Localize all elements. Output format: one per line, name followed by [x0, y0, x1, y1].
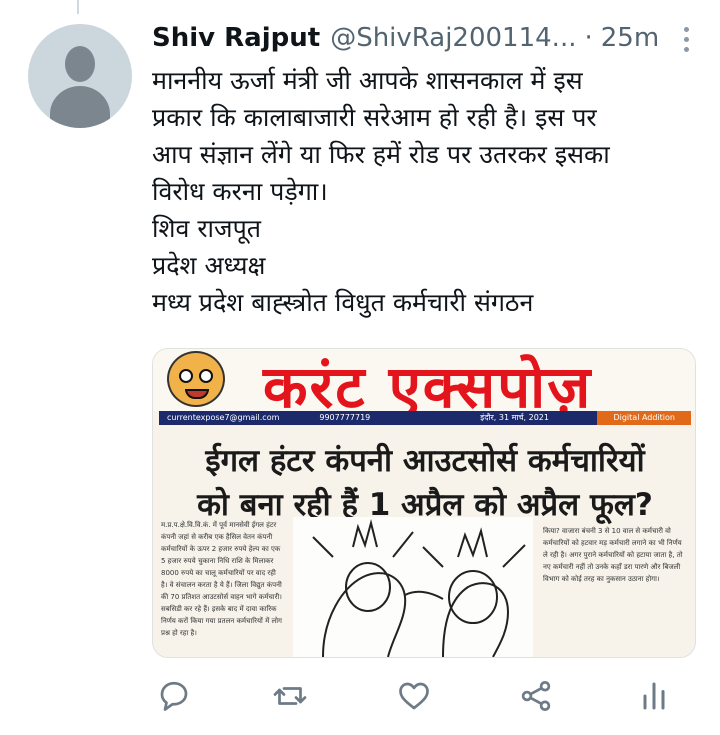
article-cartoon-illustration [293, 517, 533, 657]
like-icon[interactable] [396, 678, 432, 714]
tweet-text-line: प्रकार कि कालाबाजारी सरेआम हो रही है। इस… [152, 103, 597, 132]
newspaper-dateline: इंदौर, 31 मार्च, 2021 [480, 413, 549, 422]
masthead-cartoon-icon [167, 351, 225, 407]
avatar-body-shape [50, 86, 110, 128]
thread-connector-line [77, 0, 79, 14]
article-right-column: किया? वाजारा बंचनी 3 से 10 वाल से कर्मचा… [543, 527, 683, 583]
tweet-text-line: मध्य प्रदेश बाह्स्त्रोत विधुत कर्मचारी स… [152, 288, 534, 317]
display-name[interactable]: Shiv Rajput [152, 23, 320, 53]
tweet-text: माननीय ऊर्जा मंत्री जी आपके शासनकाल में … [152, 62, 682, 321]
tweet-text-line: प्रदेश अध्यक्ष [152, 251, 266, 280]
retweet-icon[interactable] [272, 678, 308, 714]
newspaper-info-bar: currentexpose7@gmail.com 9907777719 इंदौ… [159, 411, 691, 425]
newspaper-email: currentexpose7@gmail.com [167, 413, 280, 422]
headline-line: ईगल हंटर कंपनी आउटसोर्स कर्मचारियों [205, 443, 645, 479]
newspaper-headline: ईगल हंटर कंपनी आउटसोर्स कर्मचारियों को ब… [163, 439, 687, 527]
tweet-media-image[interactable]: करंट एक्सपोज़ currentexpose7@gmail.com 9… [152, 348, 696, 658]
avatar[interactable] [28, 24, 132, 128]
share-icon[interactable] [518, 678, 554, 714]
separator-dot: · [584, 23, 593, 53]
tweet-text-line: विरोध करना पड़ेगा। [152, 177, 328, 206]
user-handle[interactable]: @ShivRaj200114... [330, 23, 576, 53]
newspaper-edition: Digital Addition [597, 411, 691, 425]
tweet-action-bar [152, 672, 692, 718]
newspaper-phone: 9907777719 [319, 413, 371, 422]
newspaper-masthead: करंट एक्सपोज़ [153, 349, 695, 421]
avatar-head-shape [65, 46, 95, 82]
tweet-header: Shiv Rajput @ShivRaj200114... · 25m [152, 18, 692, 58]
more-options-icon[interactable] [674, 22, 698, 56]
tweet-text-line: आप संज्ञान लेंगे या फिर हमें रोड पर उतरक… [152, 140, 610, 169]
reply-icon[interactable] [156, 678, 192, 714]
timestamp[interactable]: 25m [601, 23, 659, 53]
tweet-text-line: शिव राजपूत [152, 214, 262, 243]
analytics-icon[interactable] [636, 678, 672, 714]
tweet-text-line: माननीय ऊर्जा मंत्री जी आपके शासनकाल में … [152, 66, 583, 95]
article-left-column: म.प्र.प.क्षे.वि.वि.कं. में पूर्व मानसेवी… [161, 521, 282, 637]
